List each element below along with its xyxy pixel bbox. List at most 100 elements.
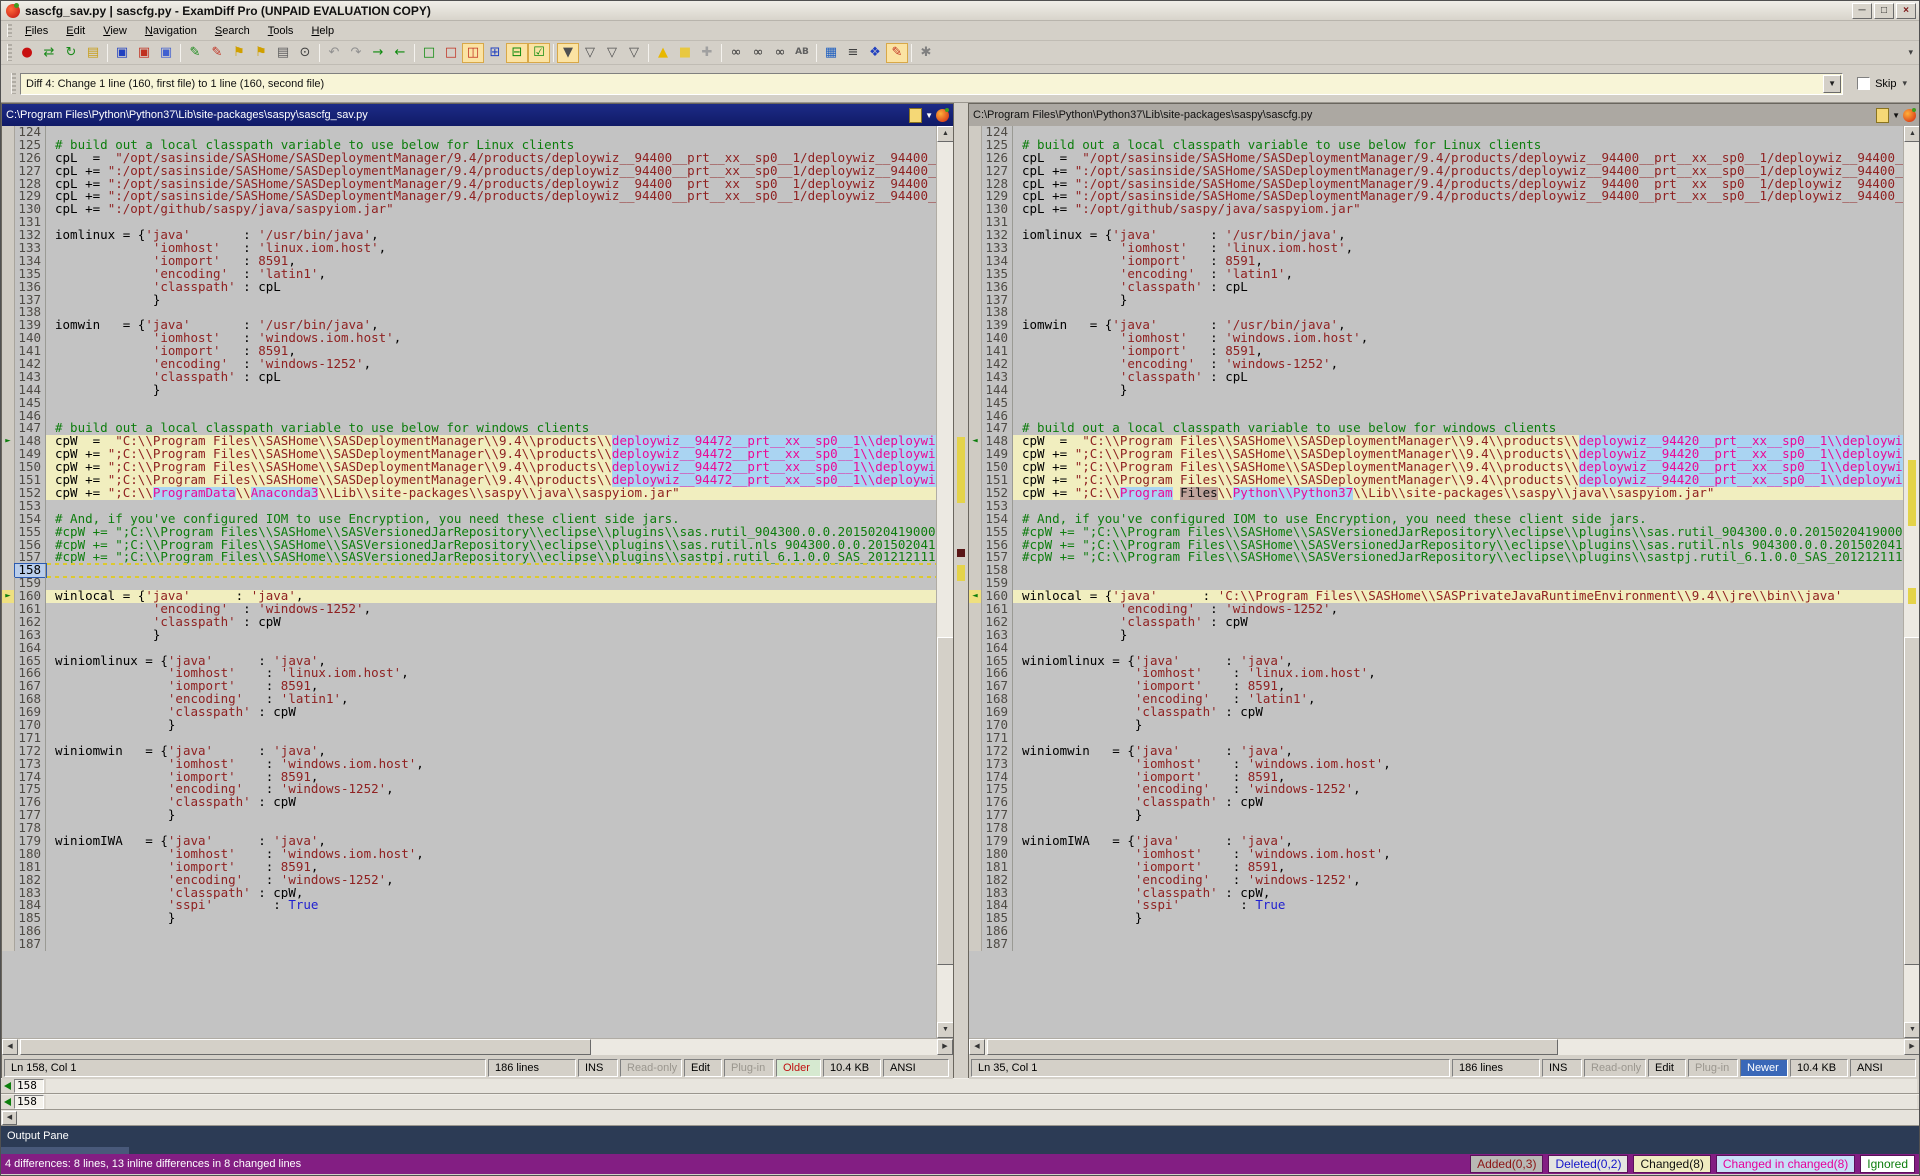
diff-marker-gutter[interactable] [2, 771, 15, 784]
code-text[interactable]: cpL += ":/opt/sasinside/SASHome/SASDeplo… [46, 165, 936, 178]
code-line[interactable]: 156#cpW += ";C:\\Program Files\\SASHome\… [969, 539, 1903, 552]
code-line[interactable]: 136 'classpath' : cpL [969, 281, 1903, 294]
first-file-header[interactable]: C:\Program Files\Python\Python37\Lib\sit… [2, 104, 953, 126]
code-text[interactable]: 'iomhost' : 'windows.iom.host', [1013, 848, 1903, 861]
code-line[interactable]: 162 'classpath' : cpW [2, 616, 936, 629]
code-line[interactable]: 129cpL += ":/opt/sasinside/SASHome/SASDe… [969, 190, 1903, 203]
code-line[interactable]: 130cpL += ":/opt/github/saspy/java/saspy… [969, 203, 1903, 216]
code-line[interactable]: 164 [2, 642, 936, 655]
code-line[interactable]: 184 'sspi' : True [969, 899, 1903, 912]
code-line[interactable]: 145 [969, 397, 1903, 410]
code-text[interactable] [46, 822, 936, 835]
code-line[interactable]: 172winiomwin = {'java' : 'java', [969, 745, 1903, 758]
diff-marker-gutter[interactable] [969, 345, 982, 358]
code-line[interactable]: 125# build out a local classpath variabl… [2, 139, 936, 152]
scroll-right-button[interactable]: ▶ [1904, 1039, 1920, 1055]
code-text[interactable]: 'iomport' : 8591, [46, 861, 936, 874]
diff-marker-gutter[interactable] [2, 732, 15, 745]
code-text[interactable]: cpL = "/opt/sasinside/SASHome/SASDeploym… [1013, 152, 1903, 165]
code-text[interactable]: cpW += ";C:\\Program Files\\SASHome\\SAS… [46, 474, 936, 487]
code-text[interactable] [46, 126, 936, 139]
code-text[interactable]: 'encoding' : 'windows-1252', [46, 603, 936, 616]
diff-marker-gutter[interactable] [969, 655, 982, 668]
code-line[interactable]: 129cpL += ":/opt/sasinside/SASHome/SASDe… [2, 190, 936, 203]
diff-marker-gutter[interactable] [969, 268, 982, 281]
code-text[interactable]: 'encoding' : 'windows-1252', [1013, 603, 1903, 616]
diff-marker-gutter[interactable] [2, 500, 15, 513]
diff-marker-gutter[interactable] [2, 139, 15, 152]
diff-marker-gutter[interactable] [969, 203, 982, 216]
diff-marker-gutter[interactable] [2, 822, 15, 835]
code-text[interactable] [1013, 938, 1903, 951]
diff-marker-gutter[interactable] [2, 474, 15, 487]
code-text[interactable]: 'iomport' : 8591, [1013, 680, 1903, 693]
code-text[interactable]: cpW += ";C:\\Program Files\\SASHome\\SAS… [46, 448, 936, 461]
diff-marker-gutter[interactable] [969, 539, 982, 552]
toolbar-split-view-button[interactable]: ◫ [462, 43, 484, 63]
code-line[interactable]: 138 [2, 306, 936, 319]
toolbar-save-both-button[interactable]: ▣ [155, 43, 177, 63]
code-text[interactable]: } [46, 912, 936, 925]
toolbar-filter-different-button[interactable]: ▽ [579, 43, 601, 63]
diff-marker-gutter[interactable] [969, 874, 982, 887]
diff-marker-gutter[interactable] [2, 384, 15, 397]
diff-marker-gutter[interactable] [2, 371, 15, 384]
code-text[interactable]: winiomlinux = {'java' : 'java', [46, 655, 936, 668]
code-line[interactable]: 169 'classpath' : cpW [969, 706, 1903, 719]
second-file-header[interactable]: C:\Program Files\Python\Python37\Lib\sit… [969, 104, 1920, 126]
code-text[interactable]: # And, if you've configured IOM to use E… [1013, 513, 1903, 526]
code-text[interactable] [1013, 216, 1903, 229]
code-text[interactable]: 'encoding' : 'windows-1252', [1013, 874, 1903, 887]
code-text[interactable]: 'iomhost' : 'windows.iom.host', [46, 758, 936, 771]
code-text[interactable]: 'iomport' : 8591, [46, 680, 936, 693]
code-line[interactable]: 182 'encoding' : 'windows-1252', [969, 874, 1903, 887]
diff-marker-gutter[interactable] [2, 178, 15, 191]
code-text[interactable]: 'iomport' : 8591, [1013, 771, 1903, 784]
diff-marker-gutter[interactable] [2, 126, 15, 139]
diff-marker-gutter[interactable] [969, 513, 982, 526]
menu-search[interactable]: Search [206, 23, 259, 39]
diff-marker-gutter[interactable] [2, 796, 15, 809]
diff-marker-gutter[interactable] [969, 629, 982, 642]
diff-marker-gutter[interactable] [969, 848, 982, 861]
code-text[interactable]: #cpW += ";C:\\Program Files\\SASHome\\SA… [1013, 526, 1903, 539]
file-copy-icon[interactable] [1876, 108, 1889, 123]
code-line[interactable]: 174 'iomport' : 8591, [2, 771, 936, 784]
pane-splitter[interactable] [954, 103, 968, 1078]
code-text[interactable]: #cpW += ";C:\\Program Files\\SASHome\\SA… [1013, 539, 1903, 552]
header-dropdown-icon[interactable]: ▼ [925, 111, 933, 120]
diff-combo-dropdown[interactable]: ▼ [1823, 75, 1841, 93]
badge-ignored[interactable]: Ignored [1860, 1155, 1915, 1173]
scroll-left-button[interactable]: ◀ [969, 1039, 985, 1055]
code-text[interactable] [1013, 500, 1903, 513]
code-text[interactable]: 'classpath' : cpL [1013, 371, 1903, 384]
code-text[interactable]: 'classpath' : cpW [1013, 616, 1903, 629]
code-text[interactable]: winlocal = {'java' : 'java', [46, 590, 936, 603]
code-line[interactable]: 177 } [969, 809, 1903, 822]
code-line[interactable]: 162 'classpath' : cpW [969, 616, 1903, 629]
diff-marker-gutter[interactable] [969, 706, 982, 719]
diff-marker-gutter[interactable] [969, 384, 982, 397]
code-text[interactable]: 'iomhost' : 'windows.iom.host', [46, 848, 936, 861]
skip-checkbox[interactable] [1857, 77, 1870, 90]
diff-marker-gutter[interactable]: ► [2, 435, 15, 448]
code-text[interactable] [46, 577, 936, 590]
diff-marker-gutter[interactable] [2, 216, 15, 229]
diff-marker-gutter[interactable] [2, 603, 15, 616]
code-text[interactable]: 'encoding' : 'latin1', [1013, 693, 1903, 706]
toolbar-ignore-warning-button[interactable]: ▲ [652, 43, 674, 63]
code-line[interactable]: 139iomwin = {'java' : '/usr/bin/java', [2, 319, 936, 332]
file-copy-icon[interactable] [909, 108, 922, 123]
diff-marker-gutter[interactable] [969, 332, 982, 345]
code-text[interactable]: cpL = "/opt/sasinside/SASHome/SASDeploym… [46, 152, 936, 165]
code-line[interactable]: 172winiomwin = {'java' : 'java', [2, 745, 936, 758]
code-text[interactable]: 'classpath' : cpW [46, 616, 936, 629]
badge-deleted-0-2-[interactable]: Deleted(0,2) [1548, 1155, 1628, 1173]
code-text[interactable]: 'iomport' : 8591, [1013, 255, 1903, 268]
code-text[interactable]: # And, if you've configured IOM to use E… [46, 513, 936, 526]
diff-marker-gutter[interactable] [969, 758, 982, 771]
diff-marker-gutter[interactable] [969, 397, 982, 410]
code-line[interactable]: 126cpL = "/opt/sasinside/SASHome/SASDepl… [2, 152, 936, 165]
code-line[interactable]: 125# build out a local classpath variabl… [969, 139, 1903, 152]
code-text[interactable] [1013, 732, 1903, 745]
